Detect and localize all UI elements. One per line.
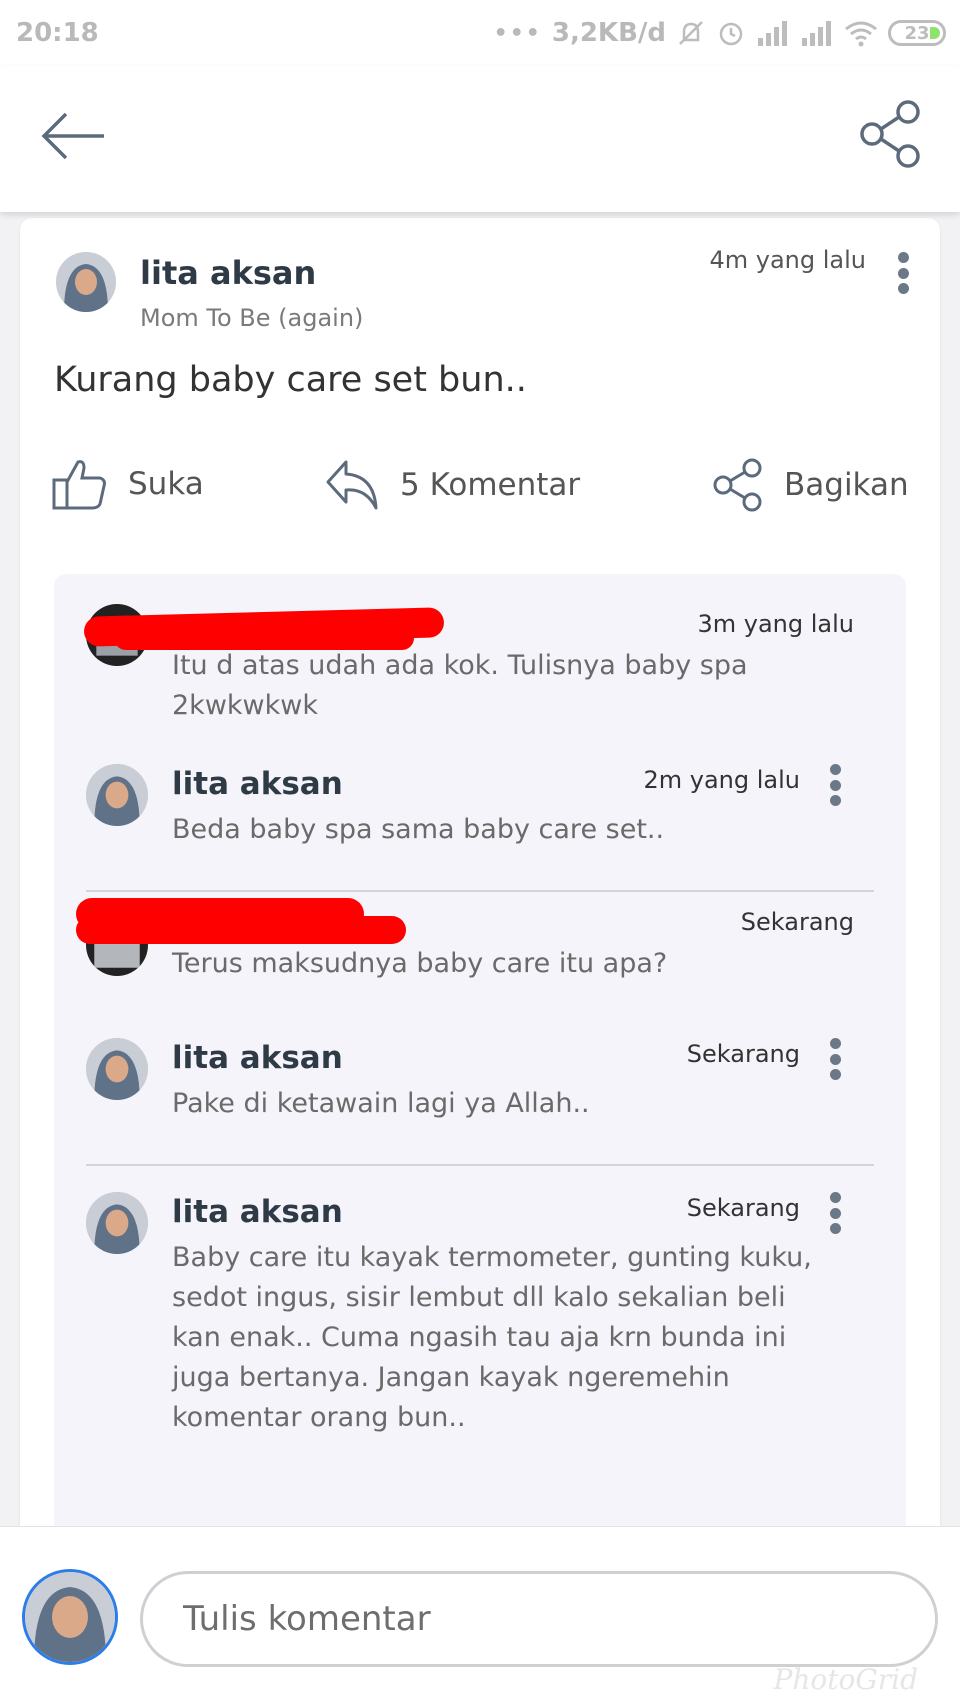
thumbs-up-icon: [52, 460, 106, 510]
like-label: Suka: [128, 466, 204, 502]
mute-icon: [679, 21, 703, 45]
comment-divider: [86, 1164, 874, 1166]
watermark: PhotoGrid: [773, 1663, 918, 1696]
like-button[interactable]: Suka: [52, 458, 204, 510]
wifi-icon: [845, 21, 877, 47]
post-body: Kurang baby care set bun..: [54, 360, 527, 400]
comment-time: Sekarang: [686, 1194, 800, 1222]
share-label: Bagikan: [784, 467, 909, 503]
post-author-role: Mom To Be (again): [140, 304, 364, 332]
status-bar: 20:18 ••• 3,2KB/d 23: [0, 0, 960, 66]
comment-more-icon[interactable]: [820, 1188, 850, 1238]
my-avatar[interactable]: [22, 1569, 118, 1665]
comment-time: 3m yang lalu: [697, 610, 854, 638]
comment-text: Pake di ketawain lagi ya Allah..: [172, 1088, 590, 1119]
comment-text: Itu d atas udah ada kok. Tulisnya baby s…: [172, 650, 748, 721]
comment-more-icon[interactable]: [820, 760, 850, 810]
comments-panel: 3m yang lalu Itu d atas udah ada kok. Tu…: [54, 574, 906, 1618]
redaction-mark: [76, 916, 406, 944]
comment-time: Sekarang: [740, 908, 854, 936]
back-arrow-icon[interactable]: [38, 106, 108, 166]
network-speed: 3,2KB/d: [551, 18, 666, 48]
comment-text: Baby care itu kayak termometer, gunting …: [172, 1242, 812, 1433]
battery-icon: 23: [888, 20, 946, 46]
share-post-button[interactable]: Bagikan: [712, 458, 909, 512]
comment-more-icon[interactable]: [820, 1034, 850, 1084]
commenter-name[interactable]: lita aksan: [172, 1194, 343, 1230]
comment-input[interactable]: [140, 1571, 938, 1667]
share-icon[interactable]: [858, 98, 924, 168]
author-avatar[interactable]: [56, 252, 116, 312]
battery-level: 23: [904, 22, 930, 44]
comment-text: Terus maksudnya baby care itu apa?: [172, 948, 668, 979]
post-card: lita aksan Mom To Be (again) 4m yang lal…: [20, 218, 940, 1618]
comment-composer: PhotoGrid: [0, 1526, 960, 1708]
post-author-name[interactable]: lita aksan: [140, 254, 316, 292]
comment-time: Sekarang: [686, 1040, 800, 1068]
comment-count-label: 5 Komentar: [400, 467, 581, 503]
commenter-name[interactable]: lita aksan: [172, 1040, 343, 1076]
status-dots: •••: [493, 20, 542, 46]
share-icon: [713, 458, 762, 512]
signal-icon: [758, 21, 787, 46]
app-header: [0, 66, 960, 212]
commenter-name[interactable]: lita aksan: [172, 766, 343, 802]
comment-button[interactable]: 5 Komentar: [324, 458, 580, 512]
comment-divider: [86, 890, 874, 892]
commenter-avatar[interactable]: [86, 1038, 148, 1100]
commenter-avatar[interactable]: [86, 764, 148, 826]
post-more-icon[interactable]: [888, 248, 918, 298]
status-icons: ••• 3,2KB/d 23: [494, 18, 946, 48]
comment-time: 2m yang lalu: [643, 766, 800, 794]
commenter-avatar[interactable]: [86, 1192, 148, 1254]
reply-icon: [326, 460, 378, 510]
alarm-icon: [719, 22, 743, 46]
comment-text: Beda baby spa sama baby care set..: [172, 814, 665, 845]
status-time: 20:18: [16, 18, 99, 48]
signal-icon-2: [802, 21, 831, 46]
post-time: 4m yang lalu: [709, 246, 866, 274]
